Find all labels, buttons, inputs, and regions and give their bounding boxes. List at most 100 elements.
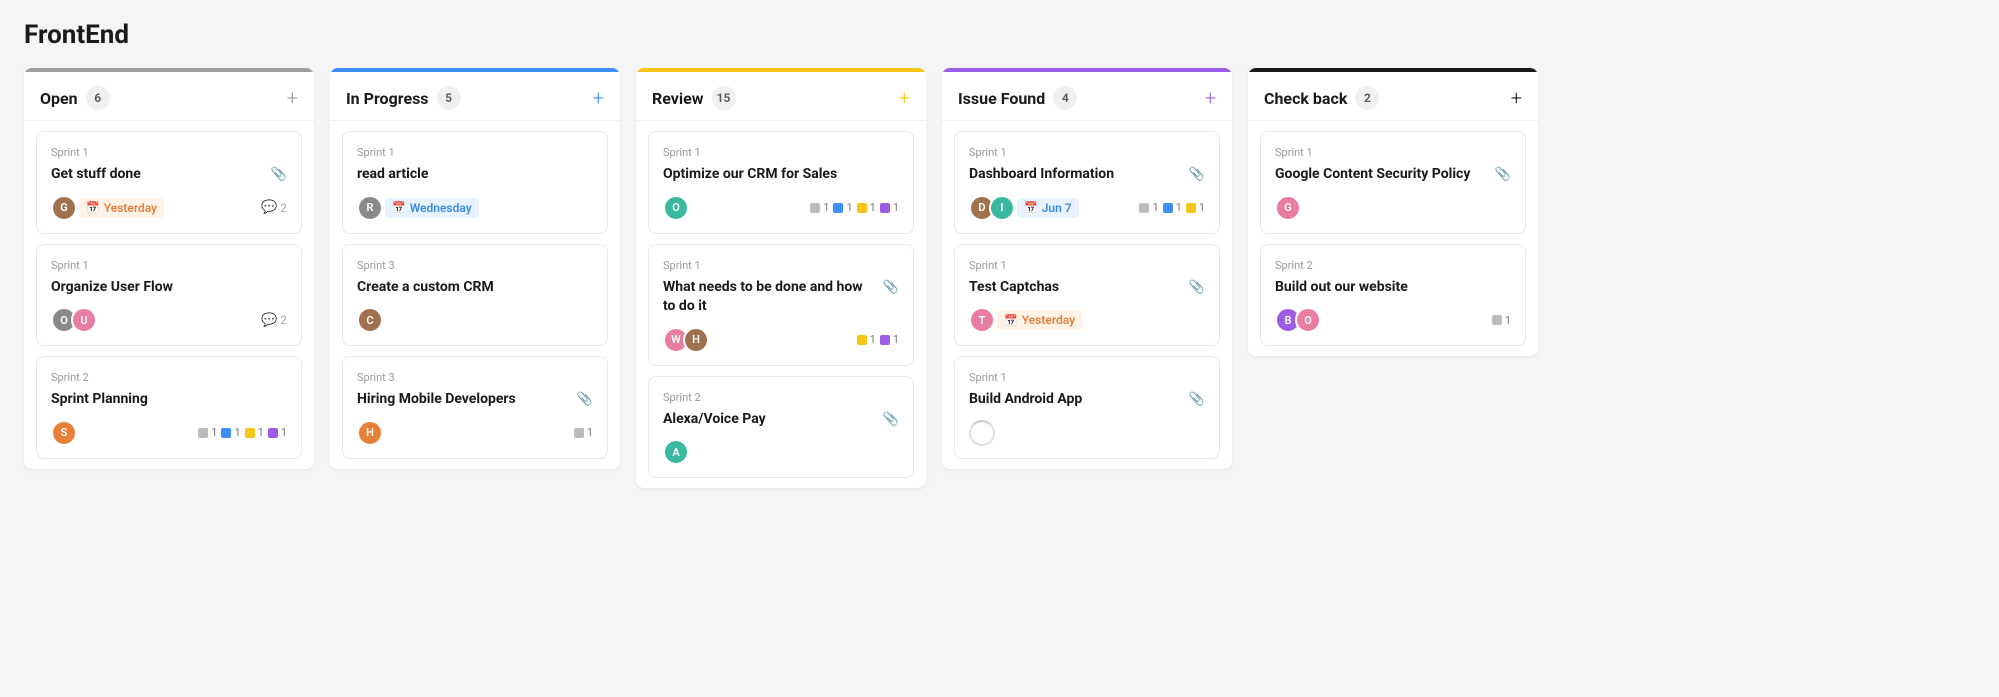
card-title-row: read article xyxy=(357,165,593,185)
card-title-text: Build Android App xyxy=(969,390,1183,410)
card-sprint-label: Sprint 3 xyxy=(357,371,593,384)
avatar: U xyxy=(71,307,97,333)
card-sprint-label: Sprint 1 xyxy=(969,371,1205,384)
card-title-text: Create a custom CRM xyxy=(357,278,593,298)
tag-chip: 1 xyxy=(810,201,829,214)
card-title-row: Build Android App 📎 xyxy=(969,390,1205,410)
card-inprogress-1[interactable]: Sprint 3Create a custom CRMC xyxy=(342,244,608,347)
column-count-review: 15 xyxy=(712,86,736,110)
tag-count: 1 xyxy=(234,426,240,439)
tag-count: 1 xyxy=(587,426,593,439)
card-title-row: Alexa/Voice Pay📎 xyxy=(663,410,899,430)
column-add-button-open[interactable]: + xyxy=(287,88,298,108)
column-add-button-issuefound[interactable]: + xyxy=(1205,88,1216,108)
card-title-text: Alexa/Voice Pay xyxy=(663,410,877,430)
card-open-0[interactable]: Sprint 1Get stuff done📎G📅Yesterday💬2 xyxy=(36,131,302,234)
attachment-icon: 📎 xyxy=(1189,391,1205,409)
card-open-1[interactable]: Sprint 1Organize User FlowOU💬2 xyxy=(36,244,302,347)
column-title-checkback: Check back xyxy=(1264,89,1347,108)
tag-dot xyxy=(198,428,208,438)
avatar: G xyxy=(1275,195,1301,221)
card-sprint-label: Sprint 1 xyxy=(357,146,593,159)
card-checkback-1[interactable]: Sprint 2Build out our websiteBO1 xyxy=(1260,244,1526,347)
card-issuefound-2[interactable]: Sprint 1 Build Android App 📎 xyxy=(954,356,1220,459)
card-footer: R📅Wednesday xyxy=(357,195,593,221)
card-inprogress-2[interactable]: Sprint 3 Hiring Mobile Developers📎 H 1 xyxy=(342,356,608,459)
card-title-text: Google Content Security Policy xyxy=(1275,165,1489,185)
avatar-group: T xyxy=(969,307,989,333)
board: Open6+Sprint 1Get stuff done📎G📅Yesterday… xyxy=(24,68,1975,488)
tag-dot xyxy=(1163,203,1173,213)
avatar: H xyxy=(357,420,383,446)
card-title-row: Create a custom CRM xyxy=(357,278,593,298)
tag-count: 1 xyxy=(1152,201,1158,214)
tag-chip: 1 xyxy=(198,426,217,439)
column-title-review: Review xyxy=(652,89,704,108)
calendar-icon: 📅 xyxy=(1004,314,1018,327)
date-badge: 📅Yesterday xyxy=(997,310,1082,330)
column-add-button-inprogress[interactable]: + xyxy=(593,88,604,108)
tag-chip: 1 xyxy=(857,201,876,214)
tag-chip: 1 xyxy=(880,333,899,346)
column-issuefound: Issue Found 4 + Sprint 1 Dashboard Informati… xyxy=(942,68,1232,469)
avatar-group: O xyxy=(663,195,683,221)
card-footer: OU💬2 xyxy=(51,307,287,333)
card-title-row: Hiring Mobile Developers📎 xyxy=(357,390,593,410)
column-count-issuefound: 4 xyxy=(1053,86,1077,110)
tag-chip: 1 xyxy=(833,201,852,214)
date-badge: 📅Wednesday xyxy=(385,198,479,218)
avatar: G xyxy=(51,195,77,221)
calendar-icon: 📅 xyxy=(86,201,100,214)
card-review-2[interactable]: Sprint 2Alexa/Voice Pay📎A xyxy=(648,376,914,479)
page-title: FrontEnd xyxy=(24,20,1975,50)
avatar: O xyxy=(1295,307,1321,333)
card-sprint-label: Sprint 1 xyxy=(969,146,1205,159)
tag-chip: 1 xyxy=(857,333,876,346)
card-review-1[interactable]: Sprint 1What needs to be done and how to… xyxy=(648,244,914,366)
column-title-issuefound: Issue Found xyxy=(958,89,1045,108)
avatar: H xyxy=(683,327,709,353)
card-title-row: Organize User Flow xyxy=(51,278,287,298)
avatar-group: WH xyxy=(663,327,703,353)
column-title-inprogress: In Progress xyxy=(346,89,429,108)
tag-dot xyxy=(857,203,867,213)
calendar-icon: 📅 xyxy=(392,201,406,214)
card-footer xyxy=(969,420,1205,446)
card-issuefound-0[interactable]: Sprint 1Dashboard Information📎DI📅Jun 711… xyxy=(954,131,1220,234)
attachment-icon: 📎 xyxy=(1495,166,1511,184)
card-checkback-0[interactable]: Sprint 1 Google Content Security Policy 📎 G xyxy=(1260,131,1526,234)
column-add-button-checkback[interactable]: + xyxy=(1511,88,1522,108)
card-sprint-label: Sprint 2 xyxy=(1275,259,1511,272)
card-title-text: Organize User Flow xyxy=(51,278,287,298)
column-header-issuefound: Issue Found 4 + xyxy=(942,72,1232,121)
card-title-text: Hiring Mobile Developers xyxy=(357,390,571,410)
column-add-button-review[interactable]: + xyxy=(899,88,910,108)
column-cards-checkback: Sprint 1Google Content Security Policy📎G… xyxy=(1248,121,1538,356)
avatar-group: OU xyxy=(51,307,91,333)
tag-count: 1 xyxy=(258,426,264,439)
column-checkback: Check back2+Sprint 1Google Content Secur… xyxy=(1248,68,1538,356)
column-inprogress: In Progress5+Sprint 1read articleR📅Wedne… xyxy=(330,68,620,469)
card-sprint-label: Sprint 1 xyxy=(663,259,899,272)
tag-dot xyxy=(574,428,584,438)
date-badge: 📅Yesterday xyxy=(79,198,164,218)
column-header-review: Review 15 + xyxy=(636,72,926,121)
tag-chip: 1 xyxy=(1139,201,1158,214)
card-inprogress-0[interactable]: Sprint 1 read article R📅Wednesday xyxy=(342,131,608,234)
card-title-text: Dashboard Information xyxy=(969,165,1183,185)
card-sprint-label: Sprint 2 xyxy=(663,391,899,404)
tag-dot xyxy=(880,203,890,213)
card-issuefound-1[interactable]: Sprint 1Test Captchas📎T📅Yesterday xyxy=(954,244,1220,347)
tag-count: 1 xyxy=(823,201,829,214)
avatar-group: H xyxy=(357,420,377,446)
card-footer: G📅Yesterday💬2 xyxy=(51,195,287,221)
tag-count: 1 xyxy=(1199,201,1205,214)
date-badge: 📅Jun 7 xyxy=(1017,198,1079,218)
card-title-row: Build out our website xyxy=(1275,278,1511,298)
card-review-0[interactable]: Sprint 1Optimize our CRM for SalesO1111 xyxy=(648,131,914,234)
card-sprint-label: Sprint 1 xyxy=(1275,146,1511,159)
card-open-2[interactable]: Sprint 2Sprint PlanningS1111 xyxy=(36,356,302,459)
tag-chip: 1 xyxy=(1186,201,1205,214)
column-cards-review: Sprint 1Optimize our CRM for SalesO1111S… xyxy=(636,121,926,488)
card-title-row: Google Content Security Policy 📎 xyxy=(1275,165,1511,185)
